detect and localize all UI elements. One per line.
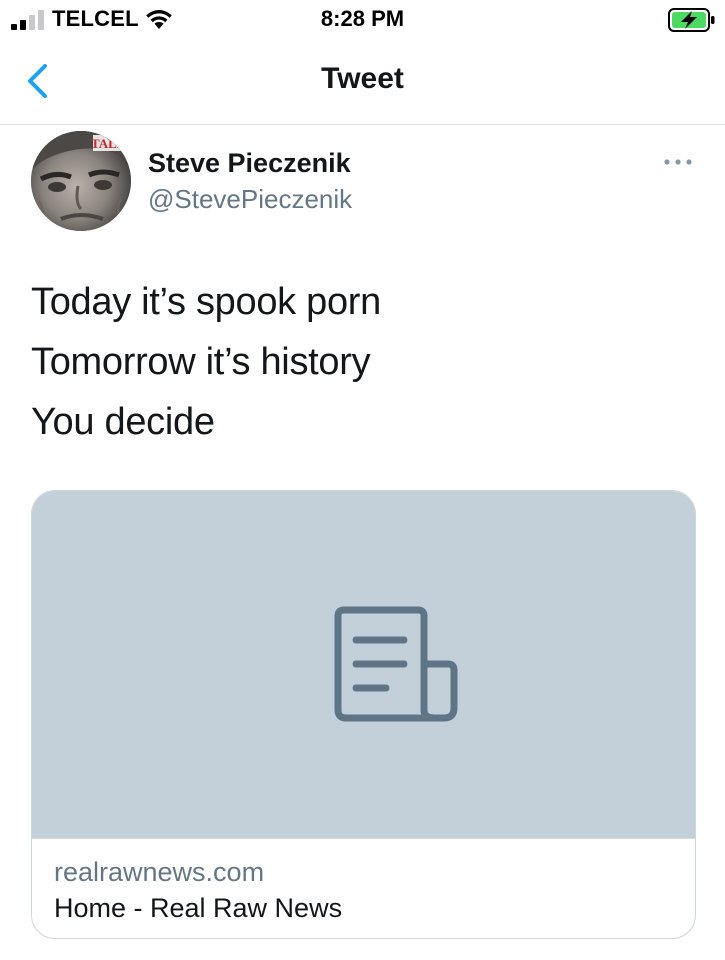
page-title: Tweet — [321, 62, 404, 95]
author-name[interactable]: Steve Pieczenik — [148, 148, 351, 179]
battery-charging-icon — [668, 8, 715, 32]
status-bar: TELCEL 8:28 PM — [0, 0, 725, 40]
card-media-placeholder — [32, 491, 695, 838]
tweet-text: Today it’s spook porn Tomorrow it’s hist… — [31, 272, 691, 452]
author-handle[interactable]: @StevePieczenik — [148, 184, 352, 215]
tweet-line: Tomorrow it’s history — [31, 341, 371, 383]
article-icon — [334, 606, 458, 722]
link-preview-card[interactable]: realrawnews.com Home - Real Raw News — [31, 490, 696, 939]
card-footer: realrawnews.com Home - Real Raw News — [32, 838, 695, 938]
tweet-line: Today it’s spook porn — [31, 281, 381, 323]
tweet-screen: TELCEL 8:28 PM Tweet TALK Steve Pieczeni… — [0, 0, 725, 960]
card-domain: realrawnews.com — [54, 857, 265, 887]
tweet-line: You decide — [31, 401, 215, 443]
nav-bar: Tweet — [0, 40, 725, 125]
card-title: Home - Real Raw News — [54, 893, 343, 923]
avatar-badge-text: TALK — [91, 136, 128, 151]
ellipsis-icon[interactable] — [660, 150, 696, 174]
status-time: 8:28 PM — [320, 6, 405, 31]
avatar[interactable]: TALK — [31, 131, 131, 231]
avatar-image: TALK — [31, 131, 131, 231]
